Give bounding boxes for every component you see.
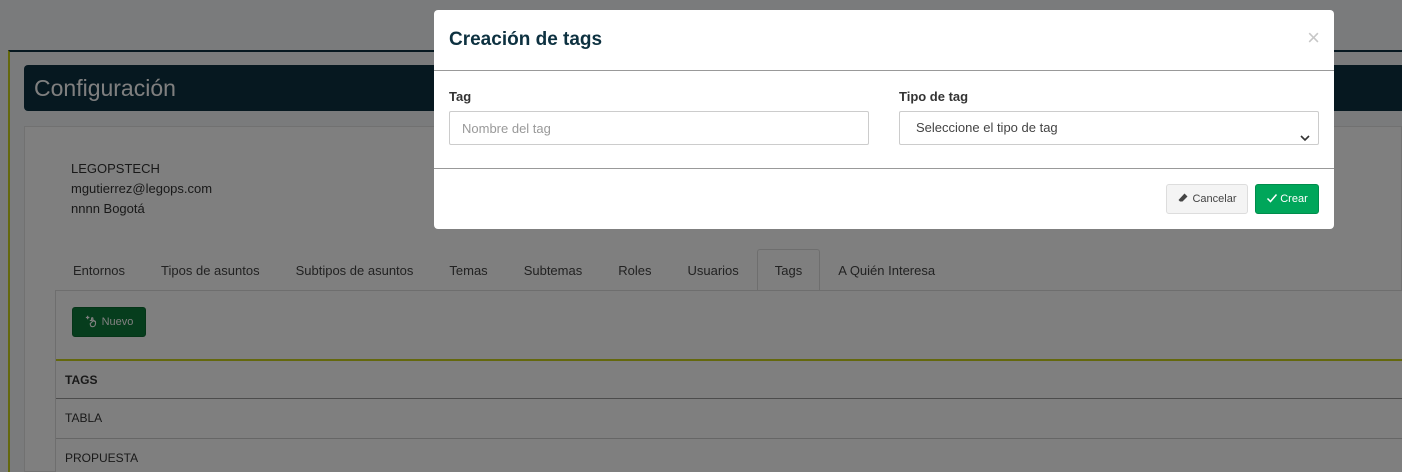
cancel-button[interactable]: Cancelar <box>1166 184 1248 214</box>
page: Configuración LEGOPSTECH mgutierrez@lego… <box>0 0 1402 472</box>
eraser-icon <box>1177 192 1189 207</box>
create-label: Crear <box>1280 193 1308 205</box>
tag-label: Tag <box>449 89 472 104</box>
modal-title: Creación de tags <box>449 29 603 50</box>
tag-type-select[interactable]: Seleccione el tipo de tag <box>899 111 1319 145</box>
chevron-down-icon <box>1300 123 1310 142</box>
tag-type-label: Tipo de tag <box>899 89 969 104</box>
modal-header: Creación de tags × <box>434 10 1334 71</box>
cancel-label: Cancelar <box>1192 193 1237 205</box>
create-tag-modal: Creación de tags × Tag Tipo de tag Selec… <box>434 10 1334 229</box>
check-icon <box>1266 192 1278 207</box>
close-icon[interactable]: × <box>1307 26 1320 50</box>
modal-footer-divider <box>434 168 1334 169</box>
tag-name-input[interactable] <box>449 111 869 145</box>
create-button[interactable]: Crear <box>1255 184 1319 214</box>
tag-type-selected: Seleccione el tipo de tag <box>916 120 1058 135</box>
